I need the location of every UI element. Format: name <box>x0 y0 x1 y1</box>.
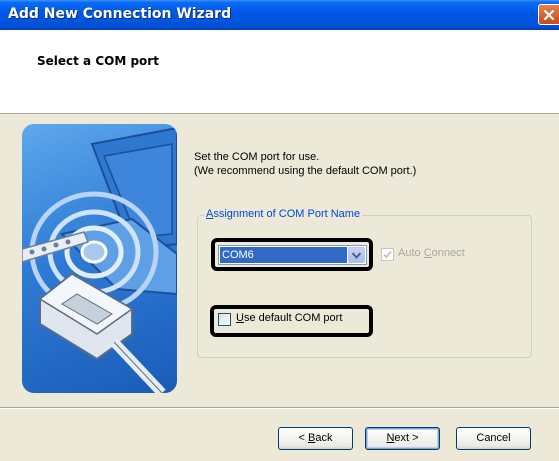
use-default-port-label[interactable]: Use default COM port <box>236 312 342 324</box>
next-button-post: ext > <box>394 432 419 444</box>
description-line-1: Set the COM port for use. <box>194 151 320 163</box>
window-title: Add New Connection Wizard <box>8 6 232 22</box>
next-button[interactable]: Next > <box>365 427 440 450</box>
back-button-pre: < <box>298 432 308 444</box>
close-button[interactable] <box>538 4 559 25</box>
group-legend-text: ssignment of COM Port Name <box>213 208 361 220</box>
wizard-window: Add New Connection Wizard Select a COM p… <box>0 0 559 461</box>
com-port-combobox[interactable]: COM6 <box>218 245 367 265</box>
auto-connect-checkbox[interactable] <box>381 248 394 261</box>
page-title: Select a COM port <box>37 54 159 68</box>
auto-connect-label-post: onnect <box>431 247 465 259</box>
auto-connect-label-pre: Auto <box>398 247 424 259</box>
back-button[interactable]: < Back <box>278 427 353 450</box>
combo-dropdown-button[interactable] <box>348 247 365 263</box>
dropdown-arrow-icon <box>352 252 361 259</box>
footer-separator <box>0 407 559 409</box>
title-bar[interactable]: Add New Connection Wizard <box>0 0 559 30</box>
auto-connect-label-mnemonic: C <box>423 247 432 259</box>
description-line-2: (We recommend using the default COM port… <box>194 165 417 177</box>
combo-selected-value: COM6 <box>220 247 347 263</box>
group-legend: Assignment of COM Port Name <box>204 208 363 220</box>
cancel-button[interactable]: Cancel <box>456 427 531 450</box>
auto-connect-label: Auto Connect <box>398 247 465 259</box>
checkmark-icon <box>383 250 392 259</box>
close-icon <box>543 9 555 21</box>
use-default-port-text: se default COM port <box>243 312 343 324</box>
wizard-header: Select a COM port <box>0 30 559 114</box>
connection-illustration-graphic <box>22 128 177 393</box>
connection-illustration <box>22 124 177 393</box>
cancel-button-label: Cancel <box>476 432 511 444</box>
back-button-post: ack <box>315 432 333 444</box>
use-default-port-checkbox[interactable] <box>218 313 231 326</box>
use-default-port-mnemonic: U <box>236 312 244 324</box>
description-text: Set the COM port for use. (We recommend … <box>194 150 416 178</box>
